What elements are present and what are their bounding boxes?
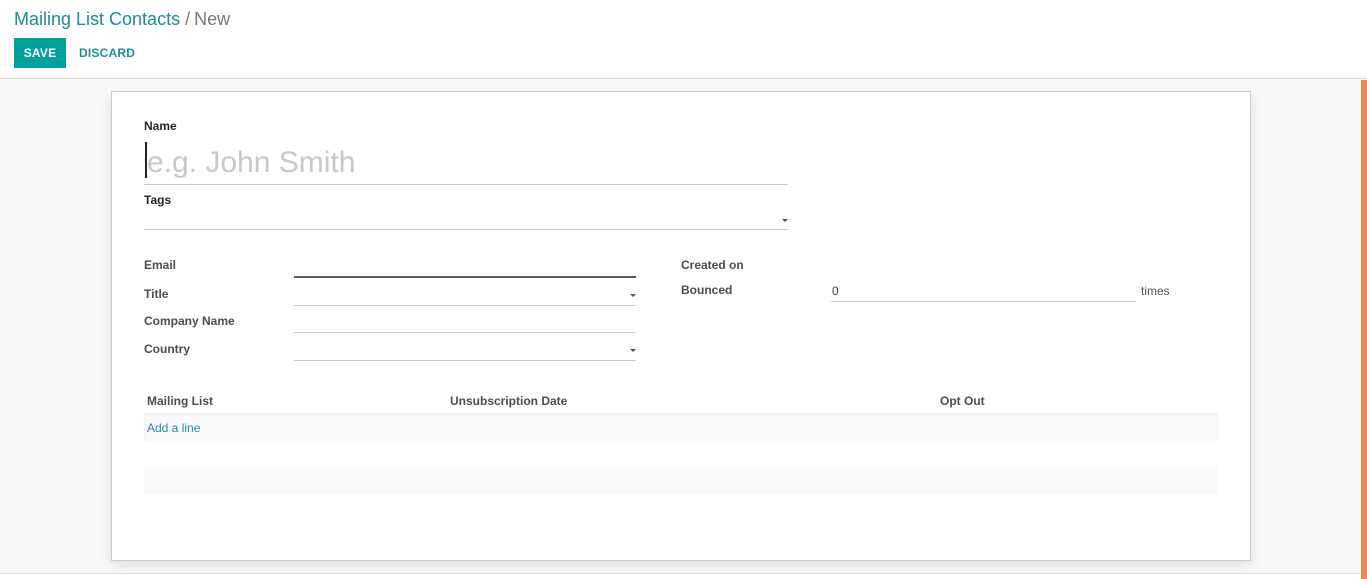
name-label: Name (144, 119, 177, 133)
company-name-input[interactable] (294, 310, 636, 332)
breadcrumb-current: New (194, 9, 231, 29)
breadcrumb-parent-link[interactable]: Mailing List Contacts (14, 9, 180, 29)
name-input[interactable] (145, 142, 788, 184)
email-input[interactable] (294, 252, 636, 276)
bounced-label: Bounced (681, 283, 733, 297)
company-name-underline (294, 332, 636, 333)
control-panel: Mailing List Contacts / New SAVE DISCARD (0, 0, 1367, 79)
title-label: Title (144, 287, 169, 301)
country-dropdown-caret-icon[interactable] (630, 349, 636, 352)
table-row-add (144, 413, 1218, 441)
country-label: Country (144, 342, 190, 356)
name-underline (144, 184, 788, 185)
bottom-divider (0, 573, 1360, 574)
title-underline (294, 305, 636, 306)
breadcrumb: Mailing List Contacts / New (14, 8, 230, 30)
bounced-suffix: times (1141, 284, 1170, 298)
tags-label: Tags (144, 193, 172, 207)
scrollbar[interactable] (1361, 80, 1367, 579)
column-header-unsubscription-date[interactable]: Unsubscription Date (450, 394, 567, 408)
tags-dropdown-caret-icon[interactable] (782, 219, 788, 222)
save-button[interactable]: SAVE (14, 38, 66, 68)
form-buttons: SAVE DISCARD (14, 38, 135, 68)
bounced-underline (831, 301, 1136, 302)
tags-underline (144, 229, 788, 230)
column-header-mailing-list[interactable]: Mailing List (147, 394, 213, 408)
discard-button[interactable]: DISCARD (79, 46, 135, 60)
tags-input[interactable] (144, 207, 788, 229)
country-underline (294, 360, 636, 361)
country-select[interactable] (294, 338, 636, 360)
company-name-label: Company Name (144, 314, 235, 328)
breadcrumb-separator: / (185, 9, 191, 29)
bounced-value[interactable]: 0 (832, 284, 839, 298)
title-dropdown-caret-icon[interactable] (630, 294, 636, 297)
table-row-empty (144, 467, 1218, 494)
email-underline (294, 276, 636, 278)
text-cursor (145, 142, 147, 178)
email-label: Email (144, 258, 177, 272)
created-on-label: Created on (681, 258, 744, 272)
column-header-opt-out[interactable]: Opt Out (940, 394, 985, 408)
add-a-line-link[interactable]: Add a line (147, 421, 200, 435)
form-sheet: Name Tags Email Title Company Name Count… (111, 91, 1251, 561)
title-select[interactable] (294, 282, 636, 304)
